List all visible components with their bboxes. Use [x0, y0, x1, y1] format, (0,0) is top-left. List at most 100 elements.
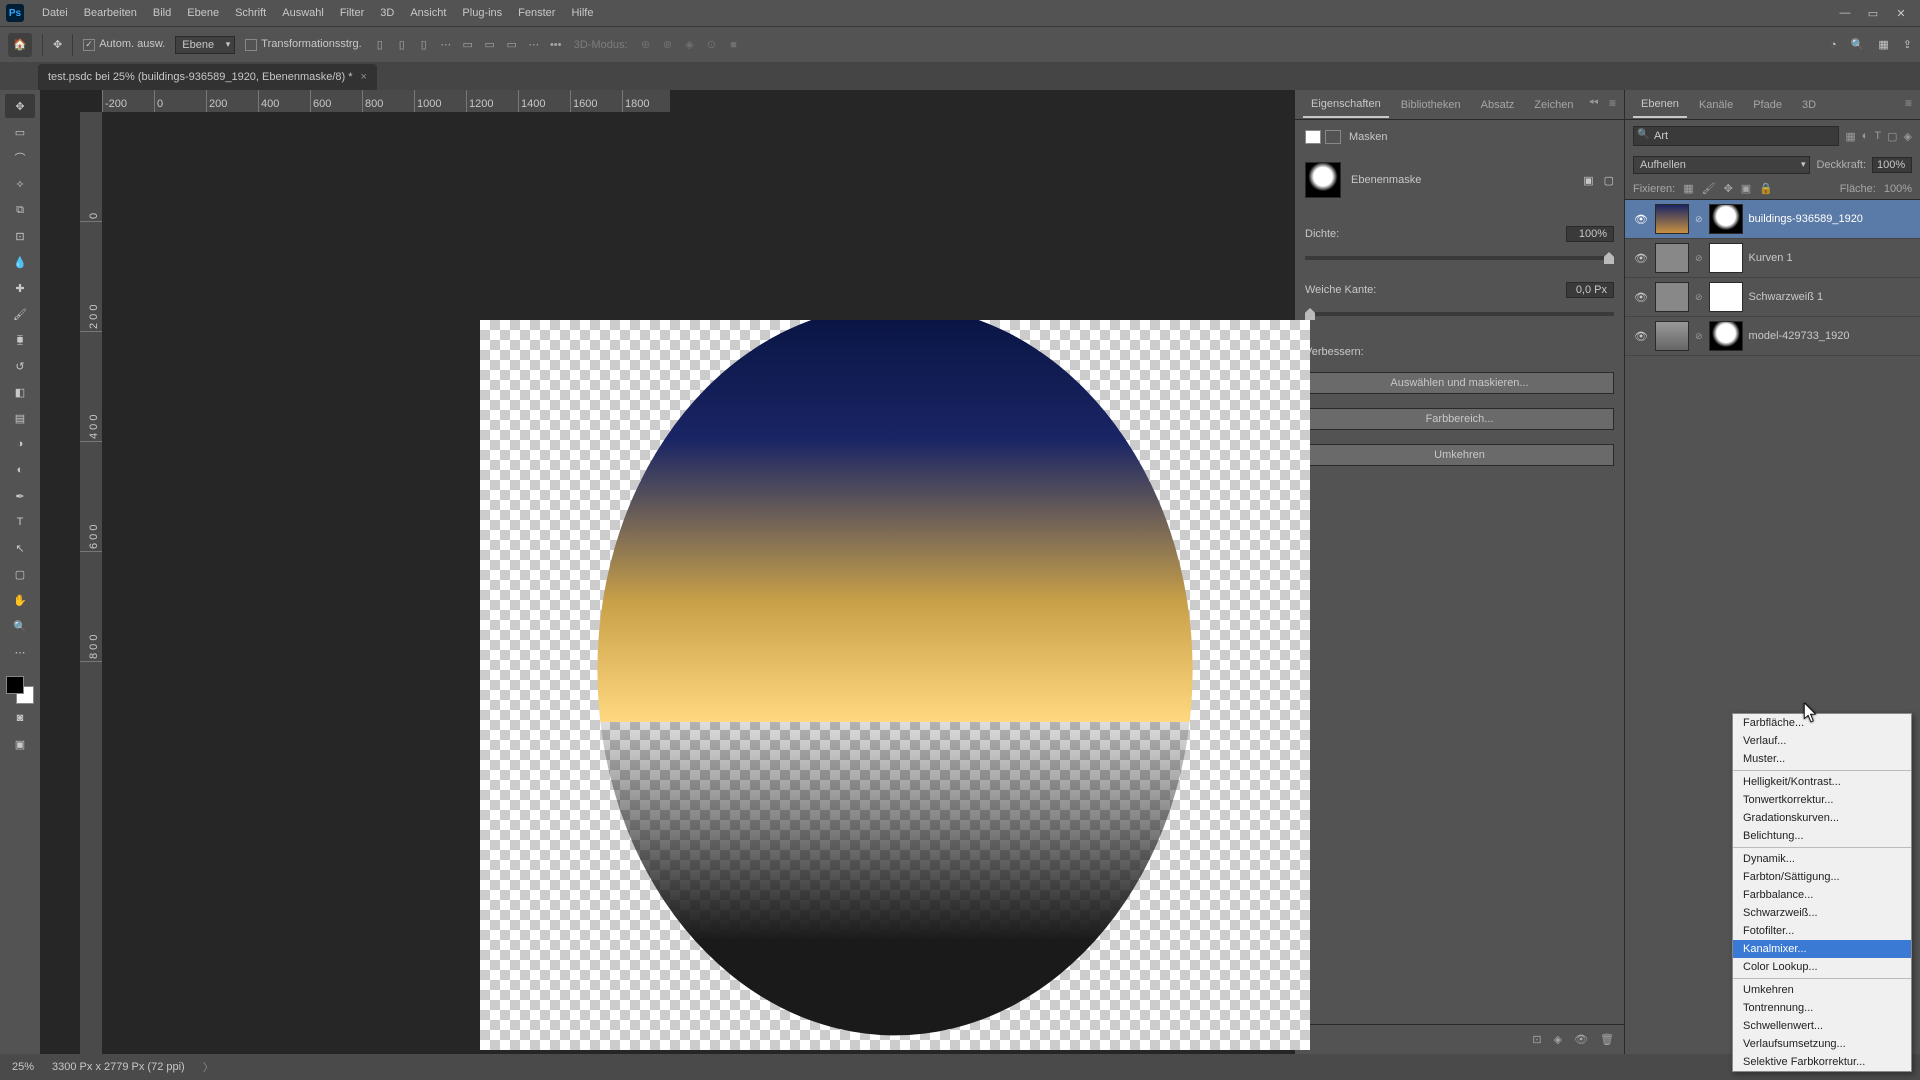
context-item[interactable]: Tonwertkorrektur... [1733, 791, 1911, 809]
layer-thumbnail[interactable] [1655, 282, 1689, 312]
auto-select-checkbox[interactable]: Autom. ausw. [83, 38, 165, 50]
fill-value[interactable]: 100% [1884, 183, 1912, 195]
context-item[interactable]: Farbfläche... [1733, 714, 1911, 732]
menu-ebene[interactable]: Ebene [179, 3, 227, 23]
layer-row[interactable]: 👁 ⊘ Schwarzweiß 1 [1625, 278, 1920, 317]
close-button[interactable]: ✕ [1888, 3, 1914, 23]
layer-thumbnail[interactable] [1655, 243, 1689, 273]
menu-3d[interactable]: 3D [372, 3, 402, 23]
toggle-mask-icon[interactable]: 👁 [1574, 1033, 1588, 1046]
context-item[interactable]: Farbbalance... [1733, 886, 1911, 904]
screenmode-tool[interactable]: ▣ [5, 732, 35, 756]
feather-value[interactable]: 0,0 Px [1566, 282, 1614, 298]
context-item[interactable]: Fotofilter... [1733, 922, 1911, 940]
quickmask-tool[interactable]: ◙ [5, 706, 35, 730]
density-slider[interactable] [1305, 256, 1614, 260]
history-brush-tool[interactable]: ↺ [5, 354, 35, 378]
color-swatches[interactable] [6, 676, 34, 704]
workspace-icon[interactable]: ▦ [1878, 38, 1888, 51]
props-tab-2[interactable]: Absatz [1473, 93, 1523, 117]
lock-all-icon[interactable]: 🔒 [1759, 182, 1773, 195]
load-selection-icon[interactable]: ⊡ [1532, 1033, 1541, 1046]
feather-slider[interactable] [1305, 312, 1614, 316]
visibility-icon[interactable]: 👁 [1633, 330, 1649, 343]
menu-auswahl[interactable]: Auswahl [274, 3, 332, 23]
lock-position-icon[interactable]: ✥ [1724, 182, 1733, 195]
context-item[interactable]: Verlauf... [1733, 732, 1911, 750]
layer-name[interactable]: model-429733_1920 [1749, 330, 1850, 342]
layer-thumbnail[interactable] [1655, 204, 1689, 234]
visibility-icon[interactable]: 👁 [1633, 291, 1649, 304]
search-icon[interactable]: 🔍 [1851, 38, 1865, 51]
context-item[interactable]: Dynamik... [1733, 850, 1911, 868]
menu-bearbeiten[interactable]: Bearbeiten [76, 3, 145, 23]
pen-tool[interactable]: ✒ [5, 484, 35, 508]
context-item[interactable]: Muster... [1733, 750, 1911, 768]
context-item[interactable]: Selektive Farbkorrektur... [1733, 1053, 1911, 1071]
collapse-icon[interactable]: ◂◂ [1589, 96, 1598, 107]
hand-tool[interactable]: ✋ [5, 588, 35, 612]
menu-ansicht[interactable]: Ansicht [402, 3, 454, 23]
eyedropper-tool[interactable]: 💧 [5, 250, 35, 274]
context-item[interactable]: Helligkeit/Kontrast... [1733, 773, 1911, 791]
layer-name[interactable]: Schwarzweiß 1 [1749, 291, 1824, 303]
menu-bild[interactable]: Bild [145, 3, 179, 23]
mask-thumbnail[interactable] [1709, 243, 1743, 273]
layer-row[interactable]: 👁 ⊘ Kurven 1 [1625, 239, 1920, 278]
blend-mode-dropdown[interactable]: Aufhellen [1633, 156, 1810, 174]
link-icon[interactable]: ⊘ [1695, 214, 1703, 225]
props-tab-1[interactable]: Bibliotheken [1393, 93, 1469, 117]
brush-tool[interactable]: 🖌 [5, 302, 35, 326]
dodge-tool[interactable]: ◐ [5, 458, 35, 482]
vector-mask-icon[interactable]: ▢ [1604, 174, 1614, 187]
layers-tab-2[interactable]: Pfade [1745, 93, 1790, 117]
cloud-icon[interactable]: ◔ [1830, 39, 1837, 51]
density-value[interactable]: 100% [1566, 226, 1614, 242]
layer-row[interactable]: 👁 ⊘ model-429733_1920 [1625, 317, 1920, 356]
adjustment-layer-context-menu[interactable]: Farbfläche...Verlauf...Muster... Helligke… [1732, 713, 1912, 1072]
marquee-tool[interactable]: ▭ [5, 120, 35, 144]
stamp-tool[interactable]: ⧯ [5, 328, 35, 352]
lock-artboard-icon[interactable]: ▣ [1741, 182, 1751, 195]
move-tool[interactable]: ✥ [5, 94, 35, 118]
close-tab-icon[interactable]: × [361, 71, 367, 83]
context-item[interactable]: Gradationskurven... [1733, 809, 1911, 827]
mask-thumbnail[interactable] [1709, 282, 1743, 312]
zoom-level[interactable]: 25% [12, 1061, 34, 1073]
context-item[interactable]: Farbton/Sättigung... [1733, 868, 1911, 886]
canvas-area[interactable]: -200020040060080010001200140016001800200… [40, 90, 1295, 1054]
filter-smart-icon[interactable]: ◈ [1904, 130, 1912, 143]
crop-tool[interactable]: ⧉ [5, 198, 35, 222]
status-more-icon[interactable]: 〉 [203, 1059, 214, 1075]
menu-plug-ins[interactable]: Plug-ins [454, 3, 510, 23]
context-item[interactable]: Tontrennung... [1733, 999, 1911, 1017]
opacity-value[interactable]: 100% [1872, 157, 1912, 173]
pixel-mask-icon[interactable]: ▣ [1583, 174, 1593, 187]
mask-thumbnail[interactable] [1709, 321, 1743, 351]
lock-transparency-icon[interactable]: ▦ [1683, 182, 1693, 195]
filter-shape-icon[interactable]: ▢ [1887, 130, 1897, 143]
layers-tab-3[interactable]: 3D [1794, 93, 1824, 117]
lock-brush-icon[interactable]: 🖌 [1702, 182, 1716, 195]
menu-filter[interactable]: Filter [332, 3, 372, 23]
layer-thumbnail[interactable] [1655, 321, 1689, 351]
filter-adjust-icon[interactable]: ◐ [1862, 130, 1869, 143]
menu-datei[interactable]: Datei [34, 3, 76, 23]
props-tab-3[interactable]: Zeichen [1526, 93, 1581, 117]
mask-thumbnail[interactable] [1709, 204, 1743, 234]
lasso-tool[interactable]: ⌒ [5, 146, 35, 170]
color-range-button[interactable]: Farbbereich... [1305, 408, 1614, 430]
layer-type-dropdown[interactable]: Ebene [175, 36, 235, 54]
invert-button[interactable]: Umkehren [1305, 444, 1614, 466]
panel-menu-icon[interactable]: ≡ [1609, 96, 1616, 110]
mask-type-icons[interactable] [1305, 130, 1341, 144]
select-and-mask-button[interactable]: Auswählen und maskieren... [1305, 372, 1614, 394]
wand-tool[interactable]: ✧ [5, 172, 35, 196]
menu-hilfe[interactable]: Hilfe [563, 3, 601, 23]
document-canvas[interactable] [480, 320, 1310, 1050]
layer-row[interactable]: 👁 ⊘ buildings-936589_1920 [1625, 200, 1920, 239]
gradient-tool[interactable]: ▤ [5, 406, 35, 430]
path-tool[interactable]: ↖ [5, 536, 35, 560]
minimize-button[interactable]: — [1832, 3, 1858, 23]
maximize-button[interactable]: ▭ [1860, 3, 1886, 23]
